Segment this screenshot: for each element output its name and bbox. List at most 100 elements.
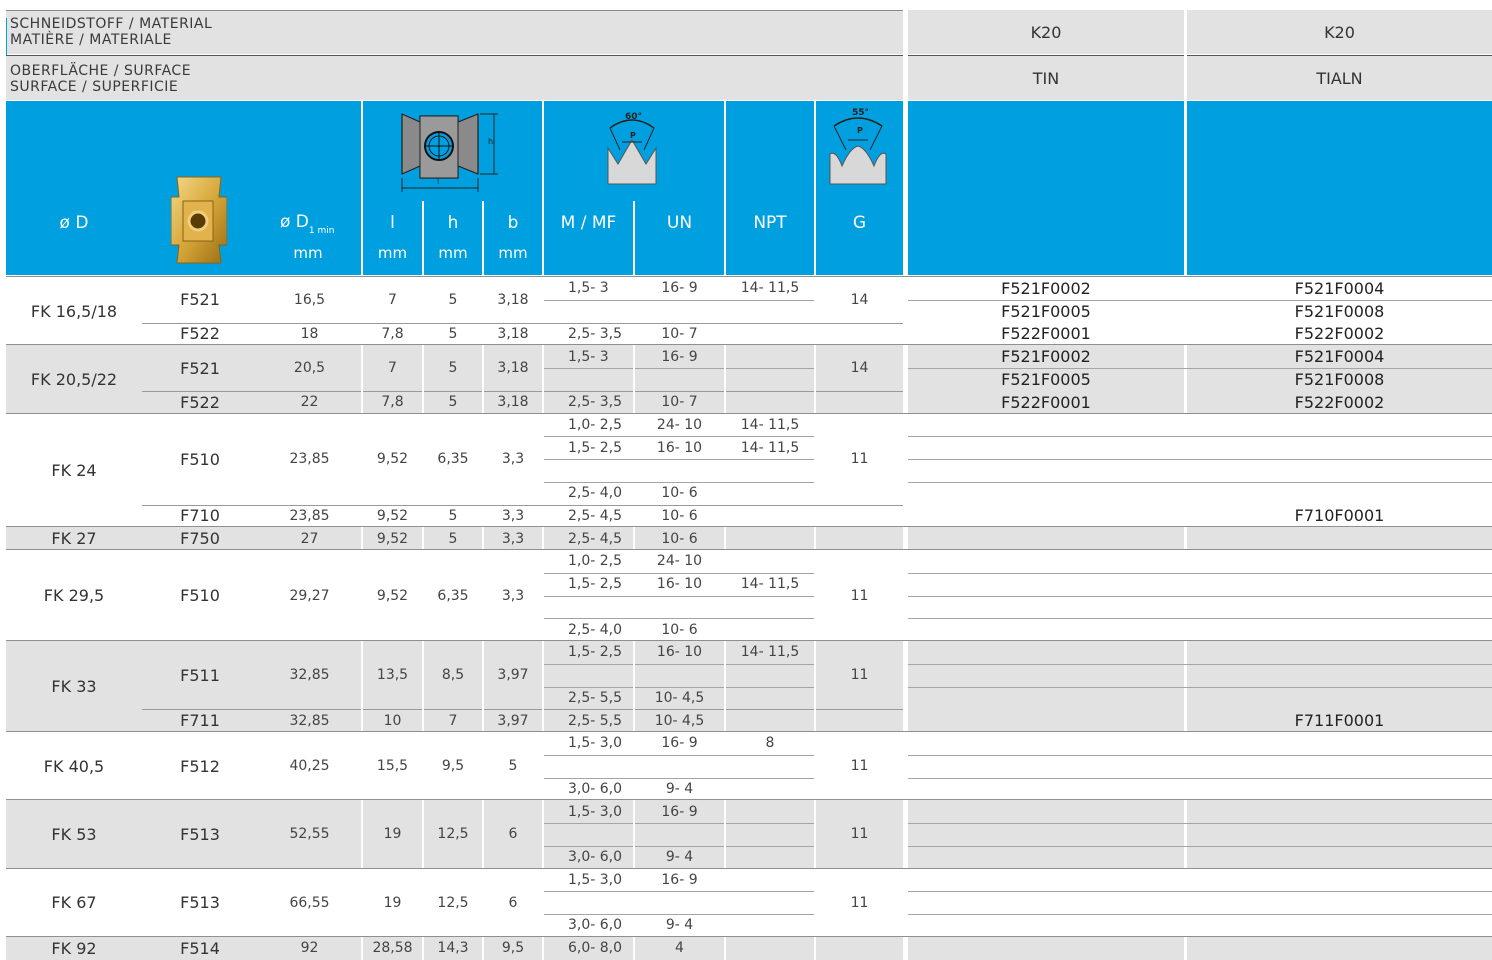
cell-b: 6 — [508, 826, 518, 843]
cell-l: 10 — [383, 712, 402, 729]
cell-l: 7,8 — [381, 325, 404, 342]
cell-un — [635, 755, 724, 778]
cell-h: 5 — [448, 394, 458, 411]
cell-un: 16- 10 — [656, 576, 703, 593]
cell-m: 6,0- 8,0 — [568, 940, 623, 957]
col-header-b: b — [507, 213, 519, 233]
column-divider — [814, 641, 816, 732]
hdr-sep-6 — [724, 101, 726, 275]
col-header-un: UN — [666, 213, 693, 233]
order-code-tin — [908, 459, 1184, 482]
order-code-tialn: F711F0001 — [1294, 711, 1385, 731]
insert-code: F514 — [180, 938, 220, 958]
column-divider — [361, 936, 363, 960]
order-code-tin — [908, 709, 1184, 732]
insert-code: F510 — [180, 586, 220, 605]
order-code-tialn — [1187, 618, 1492, 641]
group-name: FK 92 — [51, 938, 97, 958]
cell-l: 9,52 — [376, 587, 409, 604]
group-name: FK 67 — [51, 893, 97, 913]
cell-un: 16- 10 — [656, 439, 703, 456]
cell-m: 3,0- 6,0 — [568, 780, 623, 797]
gold-insert-icon — [170, 175, 228, 265]
cell-l: 7,8 — [381, 394, 404, 411]
order-code-tialn: F521F0008 — [1294, 301, 1385, 321]
cell-npt — [726, 937, 814, 960]
order-code-tin — [908, 687, 1184, 710]
order-code-tin: F521F0002 — [1001, 347, 1091, 367]
cell-l: 9,52 — [376, 530, 409, 547]
order-code-tin — [908, 596, 1184, 619]
cell-g: 14 — [850, 291, 869, 308]
cell-h: 6,35 — [437, 451, 469, 467]
cell-m: 2,5- 4,0 — [568, 621, 623, 638]
group-name: FK 20,5/22 — [30, 369, 118, 389]
order-code-tin — [908, 550, 1184, 573]
material-label: SCHNEIDSTOFF / MATERIAL MATIÈRE / MATERI… — [10, 16, 213, 48]
col-header-g: G — [852, 213, 867, 233]
cell-m — [544, 664, 633, 687]
cell-b: 5 — [508, 758, 518, 775]
drawing-label-l: l — [437, 177, 440, 186]
group-name: FK 33 — [51, 677, 97, 696]
order-code-tialn: F710F0001 — [1294, 506, 1385, 526]
column-divider — [482, 641, 484, 732]
cell-h: 7 — [448, 712, 458, 729]
col-header-d1-sub: 1 min — [308, 226, 335, 236]
cell-d1: 32,85 — [289, 667, 330, 684]
insert-code: F710 — [180, 506, 220, 526]
order-code-tin: F522F0001 — [1001, 324, 1091, 344]
hdr-sep-4 — [542, 101, 544, 275]
grade-2-header — [1187, 101, 1492, 275]
cell-npt — [726, 482, 814, 505]
cell-npt — [726, 846, 814, 869]
order-code-tialn — [1187, 414, 1492, 437]
cell-un: 10- 6 — [661, 530, 698, 547]
cell-m — [544, 368, 633, 391]
cell-un — [635, 823, 724, 846]
cell-un: 16- 9 — [661, 735, 698, 752]
cell-m: 2,5- 4,5 — [568, 530, 623, 547]
column-divider — [542, 345, 544, 414]
grade-1-material-text: K20 — [1030, 22, 1062, 42]
thread-55-pitch-label: P — [857, 126, 863, 135]
column-divider — [633, 936, 635, 960]
cell-un: 10- 7 — [661, 394, 698, 411]
cell-m — [544, 891, 633, 914]
cell-m: 3,0- 6,0 — [568, 917, 623, 934]
insert-code: F511 — [180, 665, 220, 685]
cell-m: 1,0- 2,5 — [568, 416, 623, 433]
cell-un: 10- 6 — [661, 485, 698, 502]
cell-m: 2,5- 5,5 — [568, 712, 623, 729]
column-divider — [814, 345, 816, 414]
cell-npt — [726, 300, 814, 323]
order-code-tin — [908, 664, 1184, 687]
column-divider — [482, 800, 484, 869]
order-code-tialn — [1187, 459, 1492, 482]
cell-l: 9,52 — [376, 507, 409, 524]
cell-npt — [726, 323, 814, 346]
cell-un: 10- 6 — [661, 621, 698, 638]
column-divider — [724, 800, 726, 869]
order-code-tialn — [1187, 527, 1492, 550]
cell-g — [816, 505, 903, 528]
cell-m: 1,5- 2,5 — [568, 439, 623, 456]
group-name: FK 24 — [51, 460, 97, 480]
order-code-tin — [908, 641, 1184, 664]
order-code-tin: F521F0005 — [1001, 369, 1091, 389]
order-code-tialn — [1187, 937, 1492, 960]
cell-un — [635, 300, 724, 323]
grade-1-surface: TIN — [908, 56, 1184, 100]
order-code-tin — [908, 732, 1184, 755]
cell-npt: 14- 11,5 — [740, 280, 800, 297]
cell-npt: 14- 11,5 — [740, 576, 800, 593]
column-divider — [542, 936, 544, 960]
column-divider — [814, 527, 816, 550]
hdr-sep-7 — [814, 101, 816, 275]
cell-g: 11 — [850, 894, 869, 911]
order-code-tialn: F521F0004 — [1294, 278, 1385, 298]
order-code-tialn — [1187, 641, 1492, 664]
insert-code: F521 — [180, 358, 220, 378]
cell-un: 24- 10 — [656, 416, 703, 433]
cell-un — [635, 596, 724, 619]
